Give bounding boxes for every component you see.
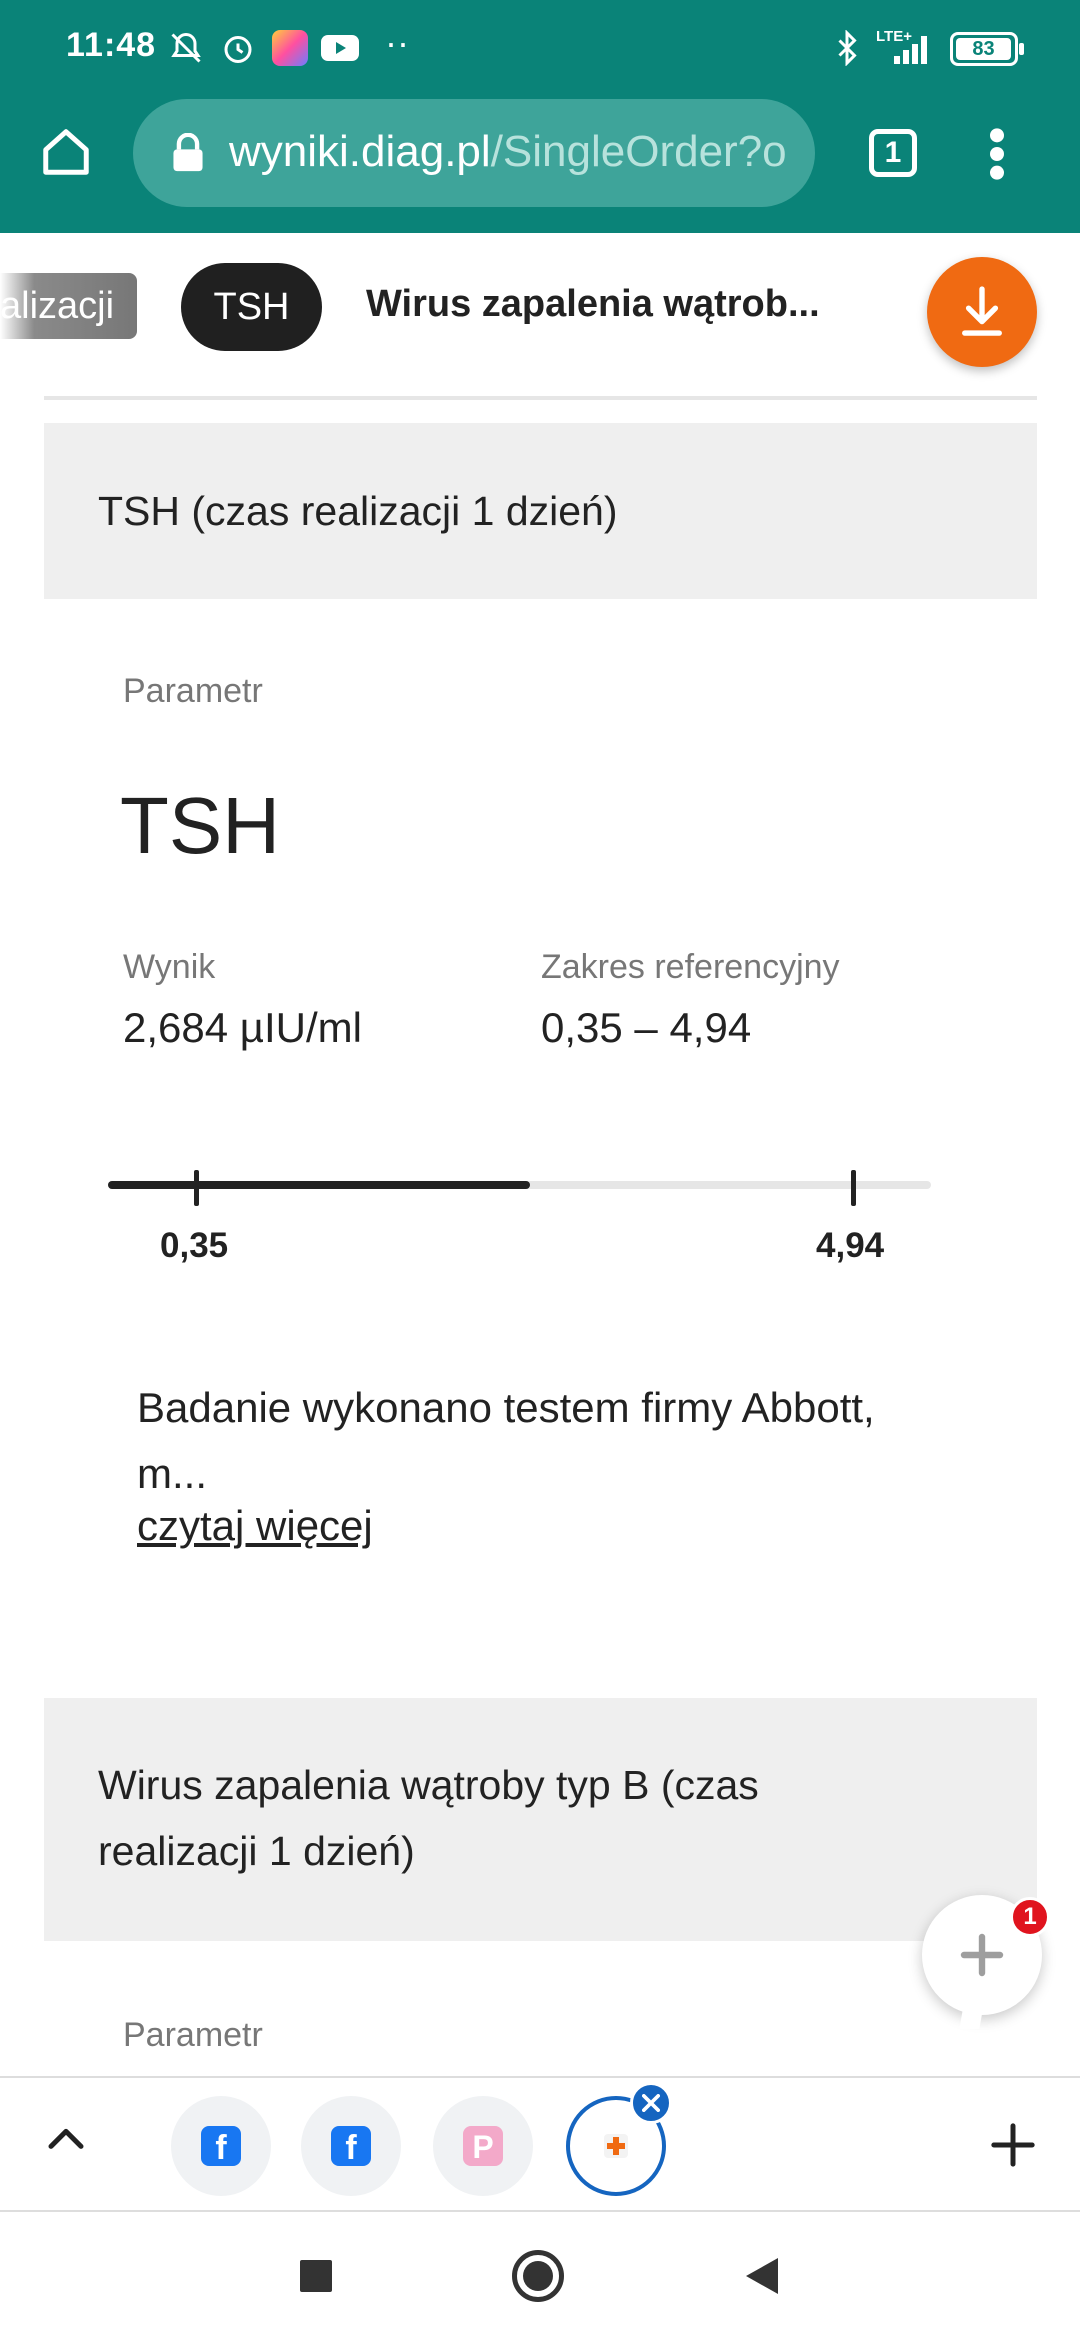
read-more-link[interactable]: czytaj więcej (137, 1502, 373, 1550)
mute-bell-icon (171, 32, 201, 63)
hbv-section-header: Wirus zapalenia wątroby typ B (czas real… (44, 1698, 1037, 1941)
plus-icon (960, 1933, 1004, 1977)
browser-toolbar: 11:48 ·· LTE+ 83 wyniki.diag.pl/SingleOr… (0, 0, 1080, 233)
floating-add-button[interactable]: 1 (922, 1895, 1050, 2029)
battery-icon: 83 (950, 32, 1024, 66)
new-tab-plus-icon[interactable] (990, 2122, 1036, 2168)
facebook-icon: f (201, 2126, 241, 2167)
chip-tsh[interactable]: TSH (181, 263, 322, 351)
chip-previous-section[interactable]: alizacji (0, 273, 137, 339)
bluetooth-icon (838, 30, 857, 66)
url-text[interactable]: wyniki.diag.pl/SingleOrder?or (229, 127, 789, 177)
android-nav-bar (0, 2212, 1080, 2340)
chevron-up-icon[interactable] (46, 2124, 86, 2152)
tab-pinkapp[interactable]: P (433, 2096, 533, 2196)
signal-icon (894, 36, 927, 64)
status-time: 11:48 (66, 26, 157, 64)
section-chip-bar: alizacji TSH Wirus zapalenia wątrob... (0, 233, 1080, 396)
tab-current-diag[interactable] (566, 2082, 672, 2196)
diag-icon (604, 2134, 628, 2158)
url-path: /SingleOrder?or (490, 127, 789, 176)
range-low-label: 0,35 (160, 1226, 229, 1265)
param-name: TSH (120, 781, 280, 870)
notification-badge: 1 (1010, 1897, 1050, 1937)
result-value: 2,684 µIU/ml (123, 1004, 362, 1051)
hbv-title-line1: Wirus zapalenia wątroby typ B (czas (98, 1762, 759, 1808)
download-icon (962, 286, 1002, 336)
tab-facebook-1[interactable]: f (171, 2096, 271, 2196)
param-label: Parametr (123, 672, 263, 710)
result-label: Wynik (123, 948, 216, 986)
p-app-icon: P (463, 2126, 503, 2166)
back-icon[interactable] (744, 2256, 780, 2296)
more-notifications-icon: ·· (385, 22, 409, 63)
facebook-icon: f (331, 2126, 371, 2167)
chip-hbv[interactable]: Wirus zapalenia wątrob... (366, 283, 820, 326)
range-bar-result-fill (108, 1181, 531, 1189)
youtube-icon (321, 35, 359, 61)
close-tab-icon[interactable] (630, 2082, 672, 2124)
tab-facebook-2[interactable]: f (301, 2096, 401, 2196)
lock-icon[interactable] (171, 133, 205, 173)
home-icon[interactable] (38, 125, 94, 179)
reference-range-label: Zakres referencyjny (541, 948, 840, 986)
hbv-title-line2: realizacji 1 dzień) (98, 1828, 415, 1874)
bottom-tab-strip: f f P (0, 2076, 1080, 2212)
divider (44, 396, 1037, 400)
section-title: TSH (czas realizacji 1 dzień) (98, 488, 618, 534)
range-low-tick (194, 1170, 199, 1206)
battery-level: 83 (956, 38, 1011, 60)
test-note: Badanie wykonano testem firmy Abbott, m.… (137, 1384, 875, 1497)
menu-kebab-icon[interactable] (985, 126, 1009, 182)
hbv-param-label: Parametr (123, 2016, 263, 2054)
url-host: wyniki.diag.pl (229, 127, 491, 176)
tab-switcher-button[interactable]: 1 (869, 129, 917, 177)
address-bar[interactable]: wyniki.diag.pl/SingleOrder?or (133, 99, 815, 207)
app-notification-icon (272, 30, 308, 66)
recents-icon[interactable] (300, 2260, 332, 2292)
alarm-icon (224, 36, 252, 63)
home-nav-icon[interactable] (512, 2250, 564, 2302)
download-button[interactable] (927, 257, 1037, 367)
reference-range-value: 0,35 – 4,94 (541, 1004, 752, 1051)
range-high-tick (851, 1170, 856, 1206)
range-bar-track (108, 1181, 931, 1189)
tsh-section-header: TSH (czas realizacji 1 dzień) (44, 423, 1037, 599)
range-high-label: 4,94 (816, 1226, 885, 1265)
